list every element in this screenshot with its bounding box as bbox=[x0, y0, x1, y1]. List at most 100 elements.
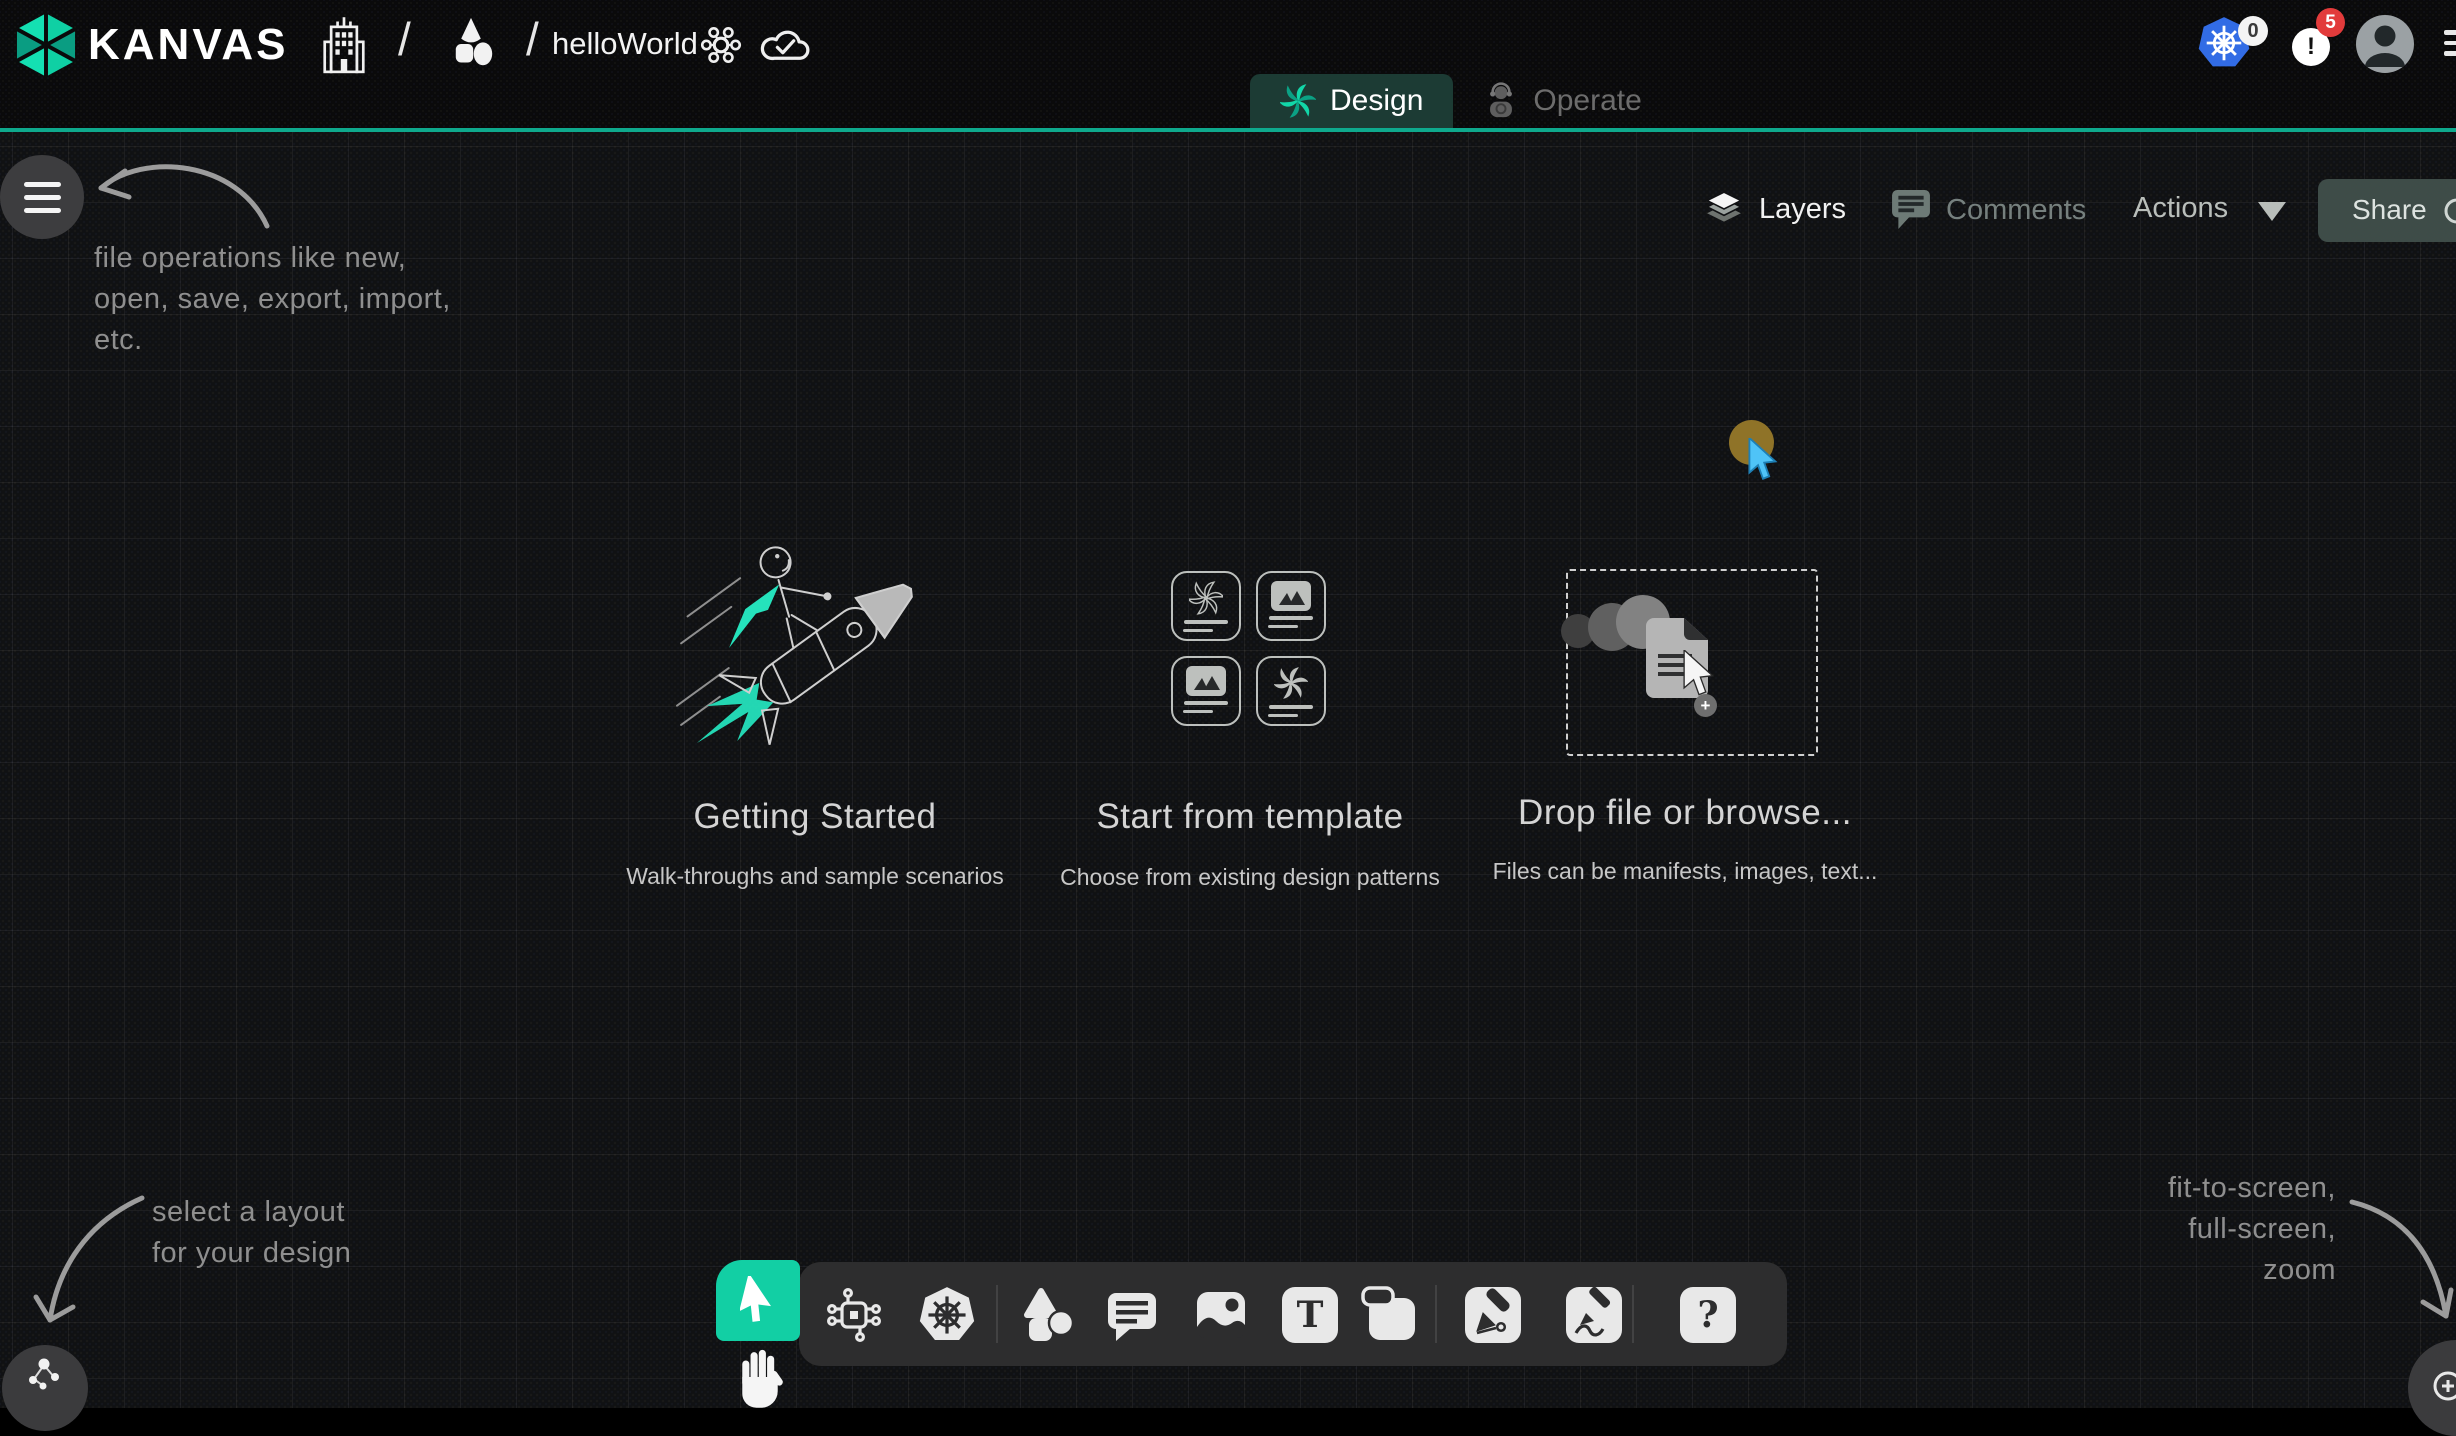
tool-save[interactable] bbox=[1361, 1286, 1419, 1344]
card-subtitle: Files can be manifests, images, text... bbox=[1480, 858, 1890, 885]
tab-operate-label: Operate bbox=[1533, 84, 1641, 118]
rocket-rider-illustration bbox=[686, 515, 951, 785]
tile-text-bar bbox=[1268, 625, 1298, 629]
tool-sketch[interactable] bbox=[1565, 1286, 1623, 1344]
tool-help[interactable]: ? bbox=[1679, 1286, 1737, 1344]
start-from-template-card[interactable]: Start from template Choose from existing… bbox=[1040, 515, 1460, 915]
zoom-annotation: fit-to-screen, full-screen, zoom bbox=[2100, 1168, 2336, 1291]
image-media-icon bbox=[1193, 1287, 1249, 1343]
pointer-cursor-icon bbox=[740, 1276, 776, 1324]
layout-selector-button[interactable] bbox=[2, 1345, 88, 1431]
tool-text[interactable]: T bbox=[1281, 1286, 1339, 1344]
actions-button[interactable]: Actions bbox=[2133, 192, 2228, 225]
tab-operate[interactable]: Operate bbox=[1453, 74, 1671, 128]
template-tile-design[interactable] bbox=[1256, 656, 1326, 726]
tool-pointer[interactable] bbox=[716, 1260, 800, 1341]
user-avatar[interactable] bbox=[2356, 15, 2414, 73]
toolbar-divider bbox=[996, 1285, 998, 1343]
breadcrumb-project-name[interactable]: helloWorld bbox=[552, 26, 698, 62]
zoom-annotation-line: fit-to-screen, bbox=[2100, 1168, 2336, 1209]
add-file-plus-badge: + bbox=[1694, 694, 1717, 717]
kubernetes-context-button[interactable]: 0 bbox=[2198, 16, 2258, 76]
tile-text-bar bbox=[1184, 701, 1228, 705]
mode-tabs: Design Operate bbox=[1250, 74, 1672, 128]
pen-icon bbox=[1465, 1287, 1521, 1343]
layout-annotation-line: for your design bbox=[152, 1233, 472, 1274]
save-icon bbox=[1361, 1286, 1419, 1344]
template-tile-design[interactable] bbox=[1171, 571, 1241, 641]
comments-label: Comments bbox=[1946, 194, 2086, 227]
tile-text-bar bbox=[1269, 616, 1313, 620]
card-title: Start from template bbox=[1040, 797, 1460, 837]
image-icon bbox=[1271, 581, 1311, 611]
text-tool-glyph: T bbox=[1282, 1287, 1338, 1343]
menu-button[interactable] bbox=[0, 155, 84, 239]
tool-hand[interactable] bbox=[734, 1346, 786, 1408]
layout-annotation: select a layout for your design bbox=[152, 1192, 472, 1274]
brand-wordmark[interactable]: KANVAS bbox=[88, 20, 289, 70]
comment-bubble-icon bbox=[1104, 1287, 1160, 1343]
template-tile-image[interactable] bbox=[1256, 571, 1326, 641]
tool-shapes[interactable] bbox=[1018, 1286, 1076, 1344]
tool-image[interactable] bbox=[1192, 1286, 1250, 1344]
breadcrumb-separator: / bbox=[526, 12, 539, 66]
workspace-shapes-icon[interactable] bbox=[446, 14, 496, 74]
actions-caret-icon[interactable] bbox=[2258, 202, 2286, 221]
collaborator-cursor-icon bbox=[1747, 438, 1779, 480]
file-ops-annotation: file operations like new, open, save, ex… bbox=[94, 238, 454, 361]
comments-icon bbox=[1892, 190, 1930, 230]
mesh-cluster-icon[interactable] bbox=[700, 20, 742, 70]
pencil-scribble-icon bbox=[1566, 1287, 1622, 1343]
zoom-annotation-line: zoom bbox=[2100, 1250, 2336, 1291]
zoom-annotation-line: full-screen, bbox=[2100, 1209, 2336, 1250]
tile-text-bar bbox=[1268, 714, 1298, 718]
breadcrumb-separator: / bbox=[398, 12, 411, 66]
actions-label: Actions bbox=[2133, 192, 2228, 224]
annotation-arrow bbox=[28, 1192, 158, 1337]
template-tile-image[interactable] bbox=[1171, 656, 1241, 726]
layers-button[interactable]: Layers bbox=[1705, 188, 1846, 230]
hamburger-icon bbox=[24, 208, 61, 213]
template-tile-grid bbox=[1171, 571, 1326, 726]
edge-menu-icon[interactable] bbox=[2444, 30, 2456, 56]
zoom-plus-icon bbox=[2430, 1368, 2456, 1408]
help-question-glyph: ? bbox=[1680, 1287, 1736, 1343]
shapes-icon bbox=[1019, 1287, 1075, 1343]
kubernetes-helm-icon bbox=[919, 1286, 975, 1344]
alert-count-badge: 5 bbox=[2316, 8, 2345, 37]
layout-graph-icon bbox=[25, 1354, 65, 1394]
tile-text-bar bbox=[1183, 629, 1213, 633]
tile-text-bar bbox=[1184, 620, 1228, 624]
tool-component[interactable] bbox=[825, 1286, 883, 1344]
notifications-button[interactable]: ! 5 bbox=[2290, 8, 2350, 68]
tool-comment[interactable] bbox=[1103, 1286, 1161, 1344]
card-subtitle: Walk-throughs and sample scenarios bbox=[620, 863, 1010, 890]
swirl-icon bbox=[1189, 581, 1223, 615]
file-ops-line: file operations like new, bbox=[94, 238, 454, 279]
cloud-sync-icon[interactable] bbox=[760, 22, 810, 64]
hamburger-icon bbox=[24, 195, 61, 200]
hand-icon bbox=[742, 1350, 784, 1408]
person-icon bbox=[2356, 15, 2414, 73]
k8s-context-count-badge: 0 bbox=[2238, 16, 2268, 46]
layers-icon bbox=[1705, 188, 1743, 230]
app-header: KANVAS / / helloWorld bbox=[0, 0, 2456, 132]
operate-operator-icon bbox=[1483, 82, 1519, 120]
annotation-arrow bbox=[2338, 1196, 2456, 1331]
tool-kubernetes[interactable] bbox=[918, 1286, 976, 1344]
image-icon bbox=[1186, 666, 1226, 696]
kanvas-logo-icon[interactable] bbox=[14, 12, 78, 78]
swirl-icon bbox=[1274, 666, 1308, 700]
tile-text-bar bbox=[1269, 705, 1313, 709]
organization-icon[interactable] bbox=[322, 14, 366, 74]
getting-started-card[interactable]: Getting Started Walk-throughs and sample… bbox=[620, 515, 1010, 915]
tile-text-bar bbox=[1183, 710, 1213, 714]
share-button[interactable]: Share bbox=[2318, 179, 2456, 242]
component-chip-icon bbox=[826, 1287, 882, 1343]
cursor-arrow-icon bbox=[1682, 650, 1716, 696]
toolbar-divider bbox=[1632, 1285, 1634, 1343]
comments-button[interactable]: Comments bbox=[1892, 190, 2086, 230]
tool-pen[interactable] bbox=[1464, 1286, 1522, 1344]
tab-design[interactable]: Design bbox=[1250, 74, 1453, 128]
toolbar-divider bbox=[1435, 1285, 1437, 1343]
